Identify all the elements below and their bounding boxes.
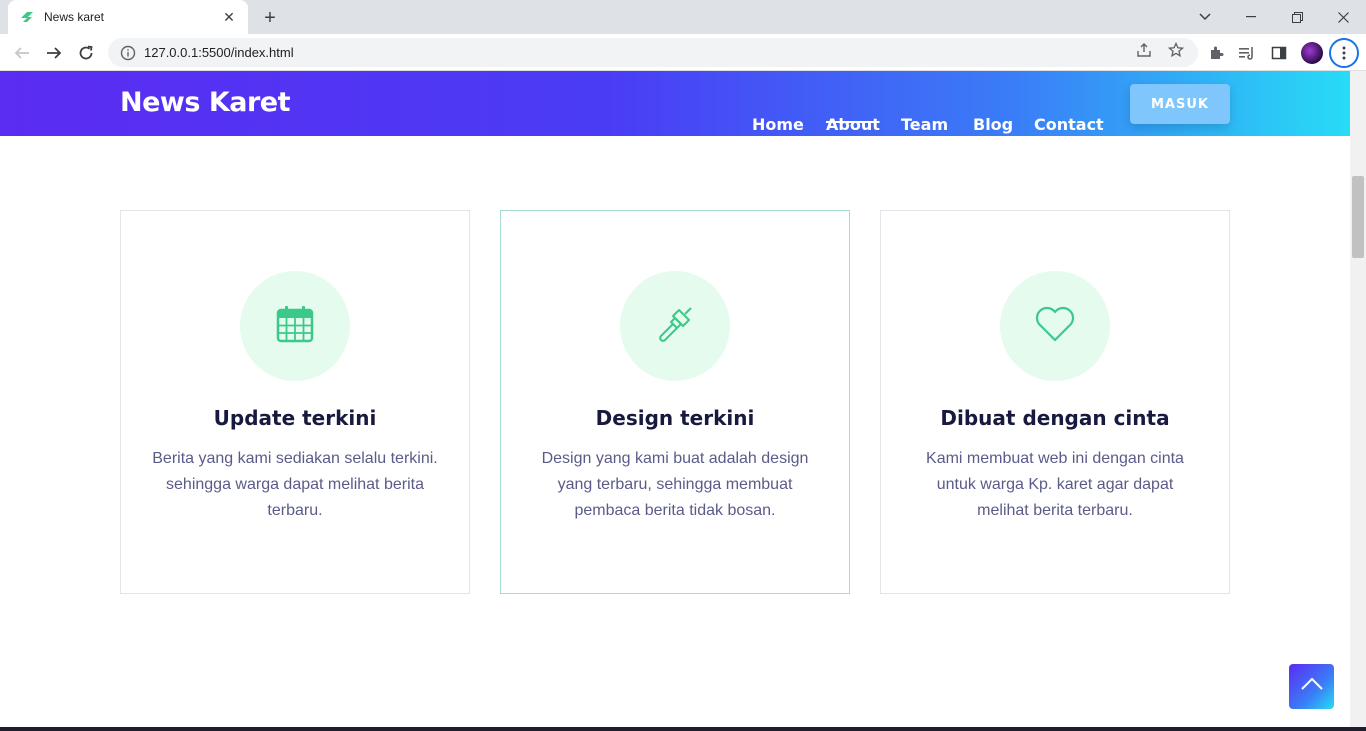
browser-menu-icon[interactable] bbox=[1329, 38, 1359, 68]
site-logo[interactable]: News Karet bbox=[120, 87, 291, 118]
browser-toolbar: 127.0.0.1:5500/index.html bbox=[0, 34, 1366, 71]
feature-icon-circle bbox=[240, 271, 350, 381]
feature-title: Dibuat dengan cinta bbox=[940, 406, 1170, 430]
nav-active-underline bbox=[826, 121, 875, 123]
bookmark-star-icon[interactable] bbox=[1166, 40, 1186, 60]
tab-title: News karet bbox=[44, 10, 105, 24]
restore-icon[interactable] bbox=[1274, 0, 1320, 34]
profile-avatar[interactable] bbox=[1301, 42, 1323, 64]
feature-description: Berita yang kami sediakan selalu terkini… bbox=[152, 450, 438, 519]
browser-tab[interactable]: News karet ✕ bbox=[8, 0, 248, 34]
nav-blog[interactable]: Blog bbox=[973, 115, 1013, 134]
scrollbar-thumb[interactable] bbox=[1352, 176, 1364, 258]
tab-search-icon[interactable] bbox=[1182, 0, 1228, 34]
nav-contact[interactable]: Contact bbox=[1034, 115, 1104, 134]
share-icon[interactable] bbox=[1134, 40, 1154, 60]
feature-card: Update terkini Berita yang kami sediakan… bbox=[120, 210, 470, 594]
feature-title: Design terkini bbox=[595, 406, 755, 430]
nav-home[interactable]: Home bbox=[752, 115, 804, 134]
forward-arrow-icon[interactable] bbox=[40, 39, 68, 67]
chevron-up-icon bbox=[1300, 677, 1323, 696]
page-scrollbar[interactable] bbox=[1350, 71, 1366, 731]
close-window-icon[interactable] bbox=[1320, 0, 1366, 34]
site-header: News Karet Home About Team Blog Contact … bbox=[0, 71, 1350, 136]
brush-icon bbox=[653, 302, 697, 351]
feature-card: Design terkini Design yang kami buat ada… bbox=[500, 210, 850, 594]
feature-icon-circle bbox=[1000, 271, 1110, 381]
login-button[interactable]: MASUK bbox=[1130, 84, 1230, 124]
address-bar[interactable]: 127.0.0.1:5500/index.html bbox=[108, 38, 1198, 67]
browser-tabbar: News karet ✕ + bbox=[0, 0, 1366, 34]
reload-icon[interactable] bbox=[72, 39, 100, 67]
page-viewport: News Karet Home About Team Blog Contact … bbox=[0, 71, 1350, 731]
url-text: 127.0.0.1:5500/index.html bbox=[144, 45, 294, 60]
back-to-top-button[interactable] bbox=[1289, 664, 1334, 709]
new-tab-icon[interactable]: + bbox=[258, 6, 282, 30]
extensions-icon[interactable] bbox=[1206, 43, 1226, 63]
feature-card: Dibuat dengan cinta Kami membuat web ini… bbox=[880, 210, 1230, 594]
os-taskbar-edge bbox=[0, 727, 1366, 731]
nav-about[interactable]: About bbox=[826, 115, 880, 134]
feature-title: Update terkini bbox=[213, 406, 377, 430]
back-arrow-icon[interactable] bbox=[8, 39, 36, 67]
site-info-icon[interactable] bbox=[120, 45, 136, 61]
site-favicon-icon bbox=[18, 8, 36, 26]
nav-team[interactable]: Team bbox=[901, 115, 948, 134]
minimize-icon[interactable] bbox=[1228, 0, 1274, 34]
calendar-icon bbox=[275, 304, 315, 349]
reading-list-icon[interactable] bbox=[1237, 43, 1257, 63]
feature-description: Kami membuat web ini dengan cinta untuk … bbox=[926, 450, 1184, 519]
heart-icon bbox=[1034, 305, 1076, 348]
feature-description: Design yang kami buat adalah design yang… bbox=[541, 450, 809, 519]
tab-close-icon[interactable]: ✕ bbox=[220, 8, 238, 26]
side-panel-icon[interactable] bbox=[1269, 43, 1289, 63]
feature-icon-circle bbox=[620, 271, 730, 381]
